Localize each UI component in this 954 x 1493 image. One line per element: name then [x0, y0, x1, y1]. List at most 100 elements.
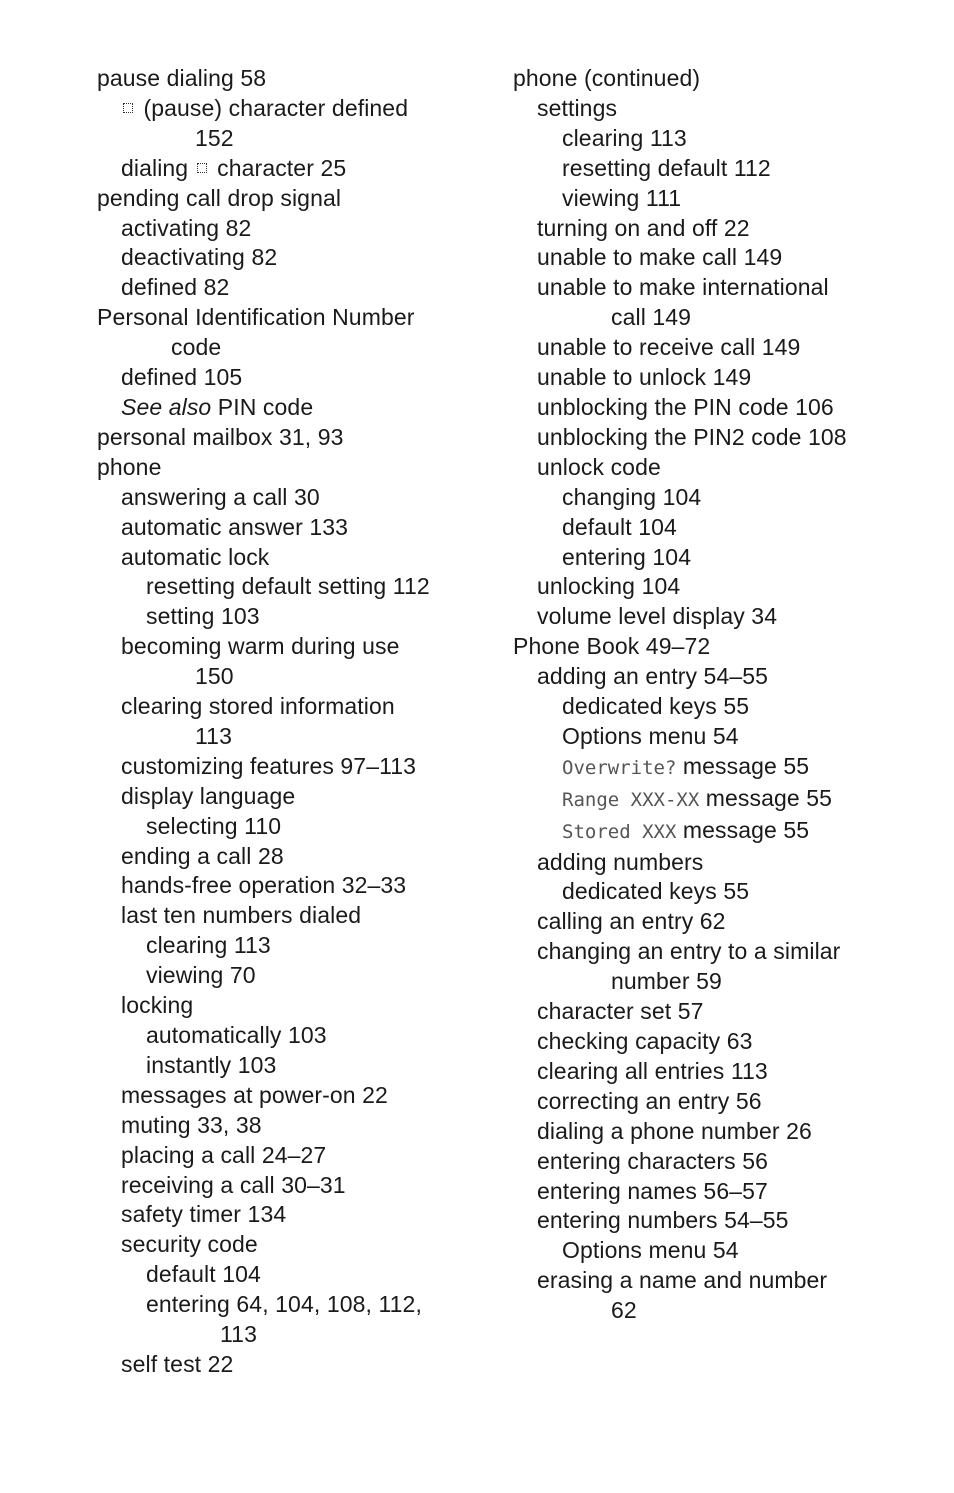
entry-text: entering 64, 104, 108, 112,	[146, 1291, 422, 1317]
index-subentry: entering characters 56	[513, 1147, 913, 1177]
entry-continuation: call 149	[611, 304, 692, 331]
entry-text: entering numbers 54–55	[537, 1207, 789, 1233]
entry-part: setting 103	[146, 603, 260, 630]
index-subentry: unlocking 104	[513, 572, 913, 602]
entry-part: personal mailbox 31, 93	[97, 423, 344, 450]
index-sub-subentry: Options menu 54	[513, 722, 913, 752]
index-subentry: display language	[97, 782, 487, 812]
entry-part: unable to make call 149	[537, 244, 783, 271]
entry-part: unlocking 104	[537, 573, 681, 600]
entry-continuation: 113	[220, 1321, 257, 1348]
entry-part: phone (continued)	[513, 65, 701, 91]
entry-text: Options menu 54	[562, 1237, 739, 1263]
entry-part: pending call drop signal	[97, 184, 342, 211]
entry-text: unlocking 104	[537, 573, 680, 599]
entry-part: turning on and off 22	[537, 214, 750, 241]
entry-part: last ten numbers dialed	[121, 902, 362, 929]
entry-text: pause dialing 58	[97, 65, 266, 91]
index-sub-subentry: resetting default setting 112	[97, 572, 487, 602]
entry-text: unlock code	[537, 454, 661, 480]
index-subentry: changing an entry to a similar number 59	[513, 937, 913, 997]
index-subentry: character set 57	[513, 997, 913, 1027]
entry-text: viewing 70	[146, 962, 256, 988]
entry-continuation: 150	[195, 663, 234, 690]
entry-part: dialing a phone number 26	[537, 1117, 812, 1144]
index-subentry: ending a call 28	[97, 842, 487, 872]
index-sub-subentry: Options menu 54	[513, 1236, 913, 1266]
entry-text: customizing features 97–113	[121, 753, 416, 779]
entry-part: hands-free operation 32–33	[121, 872, 407, 899]
index-subentry: unblocking the PIN2 code 108	[513, 423, 913, 453]
entry-text: correcting an entry 56	[537, 1088, 762, 1114]
entry-text: changing 104	[562, 484, 701, 510]
index-sub-subentry: clearing 113	[513, 124, 913, 154]
entry-part: Options menu 54	[562, 1237, 739, 1264]
entry-text: phone (continued)	[513, 65, 700, 91]
index-sub-subentry: default 104	[97, 1260, 487, 1290]
entry-text: self test 22	[121, 1351, 233, 1377]
index-sub-subentry: default 104	[513, 513, 913, 543]
index-subentry: clearing all entries 113	[513, 1057, 913, 1087]
entry-part: message 55	[676, 816, 810, 843]
entry-text: display language	[121, 783, 295, 809]
entry-text: locking	[121, 992, 193, 1018]
entry-part: clearing all entries 113	[537, 1057, 768, 1084]
lcd-message-text: Overwrite?	[562, 756, 677, 779]
entry-part: answering a call 30	[121, 483, 320, 510]
see-also-label: See also	[121, 393, 212, 420]
entry-text: answering a call 30	[121, 484, 320, 510]
entry-part: dedicated keys 55	[562, 693, 750, 720]
index-subentry: dialing a phone number 26	[513, 1117, 913, 1147]
entry-part: erasing a name and number	[537, 1267, 828, 1294]
index-sub-subentry: automatically 103	[97, 1021, 487, 1051]
index-sub-subentry: resetting default 112	[513, 154, 913, 184]
index-subentry: receiving a call 30–31	[97, 1171, 487, 1201]
index-subentry: muting 33, 38	[97, 1111, 487, 1141]
entry-part: Options menu 54	[562, 722, 739, 749]
entry-text: unable to receive call 149	[537, 334, 800, 360]
index-sub-subentry: setting 103	[97, 602, 487, 632]
entry-text: (pause) character defined	[121, 95, 408, 121]
entry-text: resetting default setting 112	[146, 573, 430, 599]
index-subentry: entering names 56–57	[513, 1177, 913, 1207]
entry-text: unable to make international	[537, 274, 829, 300]
entry-part: placing a call 24–27	[121, 1141, 327, 1168]
index-subentry: placing a call 24–27	[97, 1141, 487, 1171]
entry-part: changing 104	[562, 483, 702, 510]
index-sub-subentry: changing 104	[513, 483, 913, 513]
index-subentry: clearing stored information 113	[97, 692, 487, 752]
entry-text: adding numbers	[537, 849, 703, 875]
index-subentry: locking	[97, 991, 487, 1021]
entry-part: phone	[97, 453, 162, 480]
index-subentry: messages at power-on 22	[97, 1081, 487, 1111]
entry-part: defined 82	[121, 274, 230, 301]
entry-text: viewing 111	[562, 185, 681, 211]
entry-text: instantly 103	[146, 1052, 276, 1078]
entry-text: dedicated keys 55	[562, 693, 749, 719]
entry-part: resetting default setting 112	[146, 573, 430, 600]
index-subentry: entering numbers 54–55	[513, 1206, 913, 1236]
index-subentry: defined 105	[97, 363, 487, 393]
index-sub-subentry: viewing 111	[513, 184, 913, 214]
entry-part: safety timer 134	[121, 1201, 287, 1228]
entry-part: locking	[121, 992, 194, 1019]
entry-text: becoming warm during use	[121, 633, 400, 659]
entry-text: clearing 113	[146, 932, 271, 958]
index-column-left: pause dialing 58 (pause) character defin…	[97, 64, 487, 1380]
entry-continuation: 113	[195, 722, 232, 749]
entry-text: phone	[97, 454, 161, 480]
index-main-entry: pause dialing 58	[97, 64, 487, 94]
index-subentry: correcting an entry 56	[513, 1087, 913, 1117]
entry-text: changing an entry to a similar	[537, 938, 840, 964]
entry-text: dedicated keys 55	[562, 878, 749, 904]
entry-part: unblocking the PIN2 code 108	[537, 423, 847, 450]
entry-part: unable to unlock 149	[537, 364, 752, 391]
entry-part: unable to make international	[537, 274, 829, 301]
index-main-entry: phone (continued)	[513, 64, 913, 94]
index-main-entry: phone	[97, 453, 487, 483]
entry-part: entering names 56–57	[537, 1177, 768, 1204]
index-subentry: hands-free operation 32–33	[97, 871, 487, 901]
entry-text: hands-free operation 32–33	[121, 872, 406, 898]
entry-part: viewing 111	[562, 184, 682, 211]
entry-part: pause dialing 58	[97, 65, 267, 91]
